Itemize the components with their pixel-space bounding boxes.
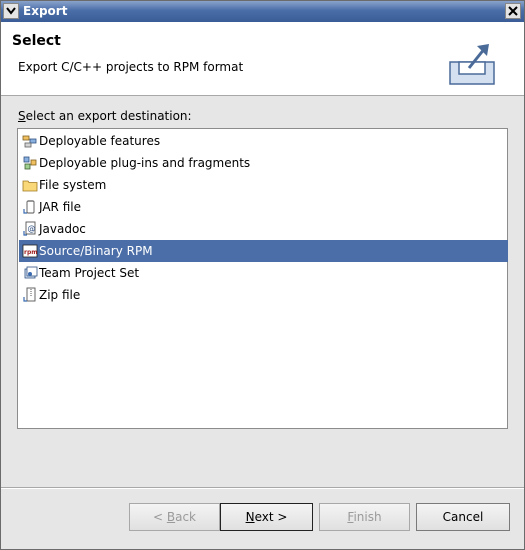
page-description: Export C/C++ projects to RPM format	[18, 60, 244, 74]
folder-icon	[22, 180, 38, 192]
list-item-label: Zip file	[39, 288, 81, 302]
list-item-label: File system	[39, 178, 107, 192]
rpm-icon: rpm	[22, 244, 38, 258]
list-item-deployable-features[interactable]: Deployable features	[19, 130, 508, 152]
list-item-label: JAR file	[39, 200, 81, 214]
list-item-label: Source/Binary RPM	[39, 244, 153, 258]
window-menu-button[interactable]	[3, 3, 19, 19]
list-item-source-binary-rpm[interactable]: rpm Source/Binary RPM	[19, 240, 508, 262]
close-button[interactable]	[505, 3, 521, 19]
svg-text:rpm: rpm	[24, 249, 38, 256]
javadoc-icon: @	[23, 221, 36, 236]
features-icon	[22, 135, 37, 148]
list-item-label: Javadoc	[39, 222, 86, 236]
list-item-file-system[interactable]: File system	[19, 174, 508, 196]
list-item-label: Team Project Set	[39, 266, 140, 280]
wizard-header: Select Export C/C++ projects to RPM form…	[1, 22, 524, 96]
list-item-zip-file[interactable]: Zip file	[19, 284, 508, 306]
finish-button[interactable]: Finish	[319, 503, 410, 531]
list-item-team-project-set[interactable]: Team Project Set	[19, 262, 508, 284]
export-dialog: Export Select Export C/C++ projects to R…	[0, 0, 525, 550]
page-title: Select	[12, 33, 61, 49]
window-title: Export	[23, 4, 68, 18]
team-icon	[24, 266, 38, 279]
destination-label: Select an export destination:	[18, 109, 192, 123]
zip-icon	[23, 287, 36, 302]
plugins-icon	[23, 156, 37, 170]
export-wizard-icon	[449, 44, 495, 85]
chevron-down-icon	[6, 7, 16, 15]
title-bar[interactable]: Export	[1, 1, 524, 22]
list-item-label: Deployable plug-ins and fragments	[39, 156, 251, 170]
list-item-jar-file[interactable]: JAR file	[19, 196, 508, 218]
cancel-button[interactable]: Cancel	[416, 503, 510, 531]
list-item-deployable-plugins[interactable]: Deployable plug-ins and fragments	[19, 152, 508, 174]
next-button[interactable]: Next >	[220, 503, 313, 531]
close-icon	[508, 6, 518, 16]
list-item-javadoc[interactable]: @ Javadoc	[19, 218, 508, 240]
list-item-label: Deployable features	[39, 134, 161, 148]
jar-icon	[23, 200, 35, 214]
back-button[interactable]: < Back	[129, 503, 220, 531]
svg-text:@: @	[28, 224, 36, 233]
button-separator	[1, 487, 524, 489]
export-destination-list[interactable]: Deployable features Deployable plug-ins …	[17, 128, 508, 429]
